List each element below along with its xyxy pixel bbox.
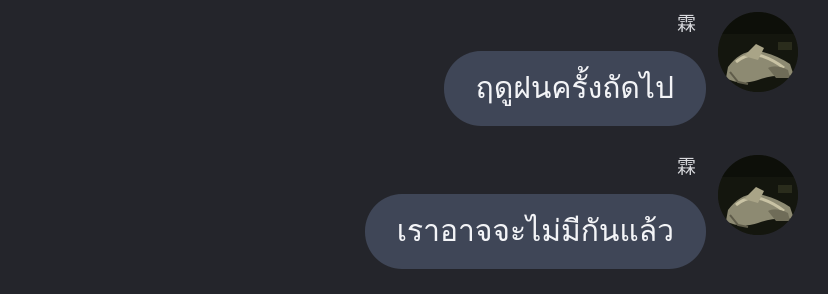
- sender-name: 霖: [676, 13, 696, 35]
- message-bubble[interactable]: ฤดูฝนครั้งถัดไป: [443, 51, 706, 126]
- message-row: 霖 เราอาจจะไม่มีกันแล้ว: [0, 143, 828, 283]
- avatar-photo-icon: [718, 155, 798, 235]
- message-row: 霖 ฤดูฝนครั้งถัดไป: [0, 0, 828, 140]
- avatar[interactable]: [718, 155, 798, 235]
- avatar-photo-icon: [718, 12, 798, 92]
- sender-name: 霖: [676, 156, 696, 178]
- chat-thread: 霖 ฤดูฝนครั้งถัดไป 霖 เราอาจจะไม่มีกันแล้ว: [0, 0, 828, 294]
- avatar[interactable]: [718, 12, 798, 92]
- message-bubble[interactable]: เราอาจจะไม่มีกันแล้ว: [364, 194, 706, 269]
